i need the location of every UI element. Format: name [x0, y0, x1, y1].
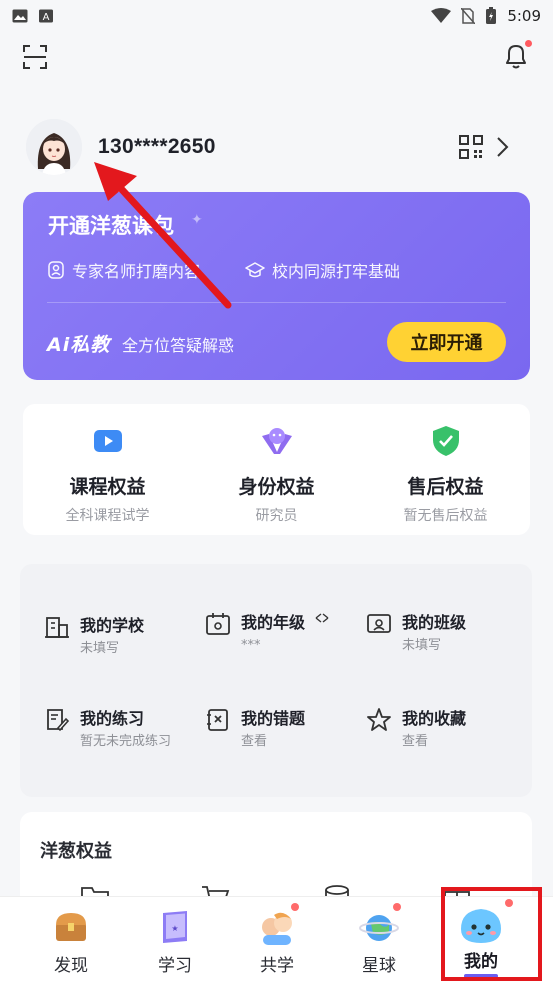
user-badge-icon — [48, 261, 64, 279]
notification-dot — [525, 40, 532, 47]
shield-check-icon — [432, 426, 459, 456]
wifi-icon — [431, 8, 452, 23]
course-rights[interactable]: 课程权益 全科课程试学 — [23, 424, 192, 525]
avatar[interactable] — [26, 119, 82, 175]
promo-divider — [47, 302, 506, 303]
ai-tutor-logo: Ai私教 — [47, 334, 111, 356]
no-sim-icon — [461, 8, 476, 24]
chevron-right-icon[interactable] — [492, 135, 512, 159]
co-learn-notification-dot — [291, 903, 299, 911]
my-practice[interactable]: 我的练习 暂无未完成练习 — [44, 705, 209, 775]
my-favorites[interactable]: 我的收藏 查看 — [366, 705, 531, 775]
onion-rights-title: 洋葱权益 — [40, 841, 112, 862]
a-icon: A — [39, 9, 53, 23]
status-time: 5:09 — [507, 7, 541, 25]
svg-text:★: ★ — [171, 924, 178, 933]
planet-notification-dot — [393, 903, 401, 911]
my-grade[interactable]: 我的年级 *** — [205, 609, 370, 679]
notification-button[interactable] — [503, 40, 532, 70]
my-mistakes[interactable]: 我的错题 查看 — [205, 705, 370, 775]
promo-feature-2: 校内同源打牢基础 — [245, 258, 400, 282]
treasure-chest-icon — [56, 913, 86, 941]
my-school[interactable]: 我的学校 未填写 — [44, 612, 209, 682]
promo-title: 开通洋葱课包 — [48, 214, 174, 238]
video-play-icon — [93, 430, 122, 452]
header — [0, 32, 553, 82]
scan-icon[interactable] — [22, 44, 48, 70]
identity-badge-icon — [261, 428, 292, 454]
rights-card: 课程权益 全科课程试学 身份权益 研究员 售后权益 暂无售后权益 — [23, 404, 530, 535]
profile-row[interactable]: 130****2650 — [0, 115, 553, 179]
svg-text:A: A — [43, 12, 50, 23]
sparkle-icon: ✦ — [191, 212, 203, 228]
after-sales-rights[interactable]: 售后权益 暂无售后权益 — [361, 424, 530, 525]
my-class[interactable]: 我的班级 未填写 — [366, 609, 531, 679]
tab-study[interactable]: ★ 学习 — [125, 907, 225, 976]
highlight-box — [441, 887, 542, 981]
qr-code-icon[interactable] — [459, 135, 483, 159]
kids-icon — [262, 912, 292, 945]
avatar-girl-icon — [26, 119, 82, 175]
status-bar: A 5:09 — [0, 0, 553, 32]
planet-icon — [359, 915, 399, 941]
open-now-button[interactable]: 立即开通 — [387, 322, 506, 362]
tab-discover[interactable]: 发现 — [21, 907, 121, 976]
my-info-grid: 我的学校 未填写 我的年级 *** 我的班级 未填写 我的练习 暂无未完成练习 … — [20, 564, 532, 797]
ai-tutor-description: 全方位答疑解惑 — [122, 336, 235, 355]
tab-planet[interactable]: 星球 — [329, 903, 429, 976]
bell-icon — [506, 45, 526, 69]
star-icon — [367, 708, 391, 731]
class-board-icon — [367, 614, 391, 633]
identity-rights[interactable]: 身份权益 研究员 — [192, 424, 361, 525]
image-icon — [12, 9, 28, 23]
course-package-card[interactable]: 开通洋葱课包 ✦ 专家名师打磨内容 校内同源打牢基础 Ai私教 全方位答疑解惑 … — [23, 192, 530, 380]
phone-number: 130****2650 — [98, 135, 216, 158]
pencil-paper-icon — [47, 709, 70, 732]
tab-co-learn[interactable]: 共学 — [227, 903, 327, 976]
edit-icon[interactable] — [315, 612, 329, 624]
book-icon: ★ — [163, 911, 187, 943]
promo-feature-1: 专家名师打磨内容 — [47, 258, 200, 282]
battery-icon — [486, 7, 497, 24]
calendar-icon — [206, 613, 230, 635]
graduation-cap-icon — [245, 262, 265, 278]
wrong-notebook-icon — [207, 709, 228, 731]
building-icon — [45, 617, 69, 638]
